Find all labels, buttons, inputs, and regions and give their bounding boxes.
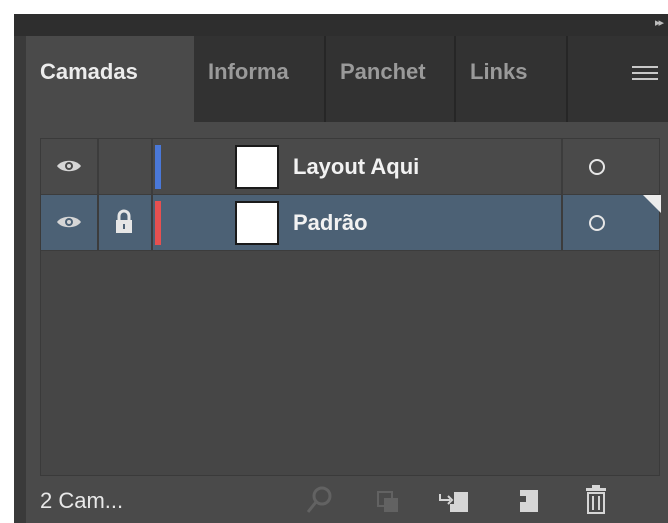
layers-panel: ▸▸ Camadas Informa Panchet Links Layout …: [14, 14, 668, 523]
layer-color-swatch: [155, 201, 161, 245]
layer-spacer: [167, 195, 225, 251]
move-to-layer-icon[interactable]: [436, 482, 472, 518]
tab-camadas[interactable]: Camadas: [26, 36, 194, 122]
visibility-toggle[interactable]: [41, 139, 99, 195]
tab-prancheta[interactable]: Panchet: [326, 36, 456, 122]
layer-name[interactable]: Padrão: [293, 195, 561, 251]
selection-corner-icon: [643, 195, 661, 213]
search-icon[interactable]: [302, 482, 338, 518]
layer-row-selected[interactable]: Padrão: [41, 195, 661, 251]
tab-informacoes[interactable]: Informa: [194, 36, 326, 122]
layer-row[interactable]: Layout Aqui: [41, 139, 659, 195]
panel-content: Layout Aqui Padrão 2 Cam...: [26, 122, 668, 523]
panel-menu-icon[interactable]: [632, 66, 658, 84]
layer-color: [151, 139, 167, 195]
lock-toggle[interactable]: [97, 195, 153, 251]
tab-links[interactable]: Links: [456, 36, 568, 122]
eye-icon: [57, 216, 81, 228]
lock-icon: [116, 209, 132, 233]
layer-color: [151, 195, 167, 251]
trash-icon[interactable]: [578, 482, 614, 518]
layer-target[interactable]: [561, 139, 661, 195]
visibility-toggle[interactable]: [41, 195, 99, 251]
target-circle-icon: [589, 215, 605, 231]
double-chevron-right-icon[interactable]: ▸▸: [655, 16, 664, 29]
layer-color-swatch: [155, 145, 161, 189]
layers-list: Layout Aqui Padrão: [40, 138, 661, 476]
panel-tabs: Camadas Informa Panchet Links: [26, 36, 668, 122]
panel-topbar: ▸▸: [14, 14, 668, 36]
thumbnail-image: [235, 201, 279, 245]
target-circle-icon: [589, 159, 605, 175]
thumbnail-image: [235, 145, 279, 189]
layer-name[interactable]: Layout Aqui: [293, 139, 561, 195]
panel-footer: 2 Cam...: [26, 482, 668, 523]
lock-toggle[interactable]: [97, 139, 153, 195]
layer-thumbnail: [225, 195, 285, 251]
eye-icon: [57, 160, 81, 172]
layer-count: 2 Cam...: [40, 488, 124, 513]
layers-merge-icon[interactable]: [370, 482, 406, 518]
layer-target[interactable]: [561, 195, 661, 251]
layer-thumbnail: [225, 139, 285, 195]
layer-spacer: [167, 139, 225, 195]
new-layer-icon[interactable]: [510, 482, 546, 518]
